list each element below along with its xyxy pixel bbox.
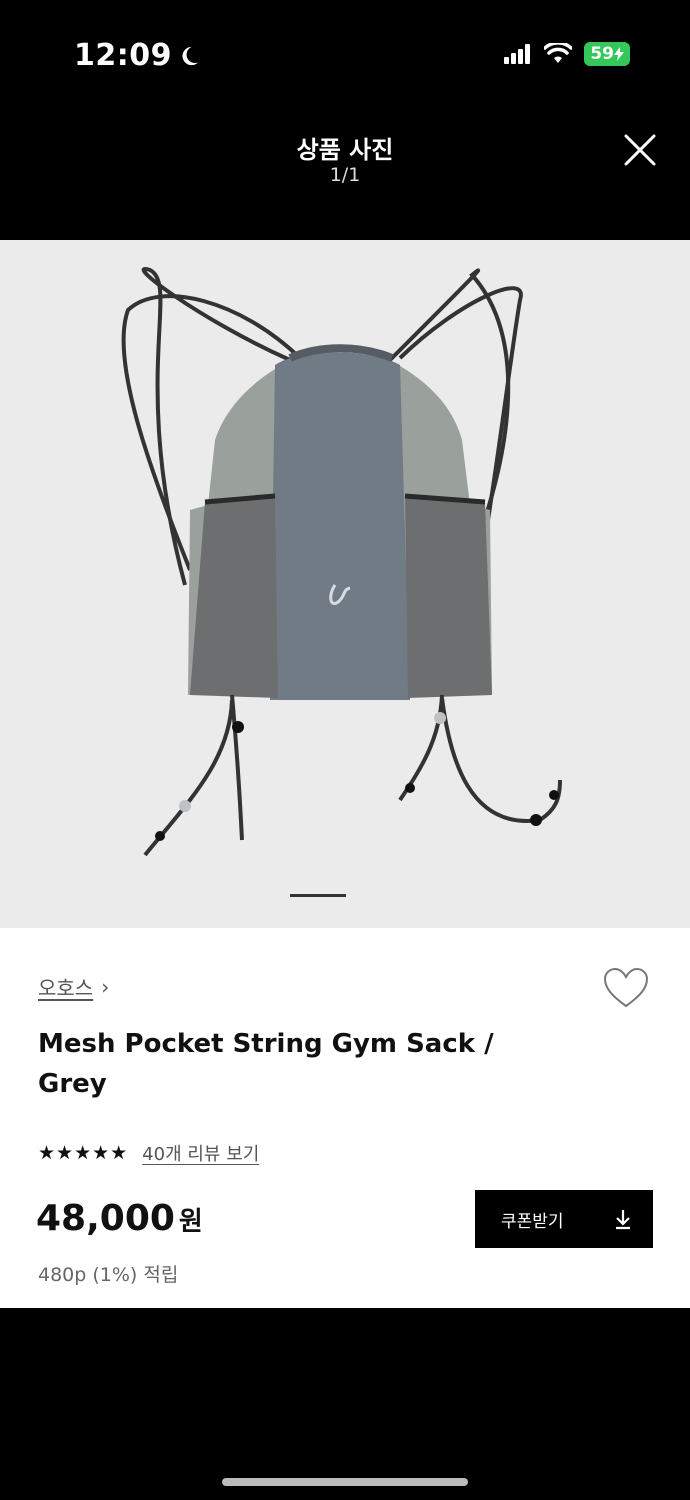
- close-icon[interactable]: [622, 132, 658, 168]
- brand-name: 오호스: [38, 976, 94, 1000]
- status-indicators: 59: [504, 42, 630, 66]
- coupon-button-label: 쿠폰받기: [501, 1211, 564, 1232]
- reward-points: 480p (1%) 적립: [38, 1264, 179, 1286]
- moon-icon: [182, 46, 199, 65]
- carousel-indicator: [290, 894, 346, 897]
- product-info: 오호스 › Mesh Pocket String Gym Sack / Grey…: [0, 928, 690, 1308]
- price-currency: 원: [178, 1207, 203, 1237]
- coupon-button[interactable]: 쿠폰받기: [475, 1190, 653, 1248]
- product-title: Mesh Pocket String Gym Sack / Grey: [38, 1029, 494, 1099]
- battery-level: 59: [590, 44, 614, 64]
- battery-indicator: 59: [584, 42, 630, 66]
- price-value: 48,000: [36, 1198, 175, 1239]
- star-rating: ★★★★★: [38, 1142, 129, 1164]
- download-icon: [616, 1210, 630, 1230]
- time-text: 12:09: [74, 38, 172, 73]
- reviews-link[interactable]: 40개 리뷰 보기: [142, 1140, 259, 1166]
- wifi-icon: [544, 43, 573, 63]
- status-time: 12:09: [74, 38, 200, 73]
- photo-counter: 1/1: [329, 164, 361, 186]
- signal-icon: [504, 44, 531, 64]
- charging-icon: [614, 47, 624, 61]
- home-indicator: [222, 1478, 468, 1486]
- price: 48,000 원: [36, 1198, 203, 1239]
- product-image: [121, 266, 562, 857]
- chevron-right-icon: ›: [101, 974, 110, 999]
- photo-viewer-header: 상품 사진 1/1: [0, 110, 690, 240]
- rating-row: ★★★★★ 40개 리뷰 보기: [38, 1140, 259, 1166]
- heart-icon[interactable]: [602, 966, 650, 1010]
- product-image-carousel[interactable]: [0, 240, 690, 928]
- brand-link[interactable]: 오호스 ›: [38, 972, 109, 1001]
- status-bar: 12:09 59: [0, 0, 690, 110]
- page-title: 상품 사진: [296, 136, 394, 164]
